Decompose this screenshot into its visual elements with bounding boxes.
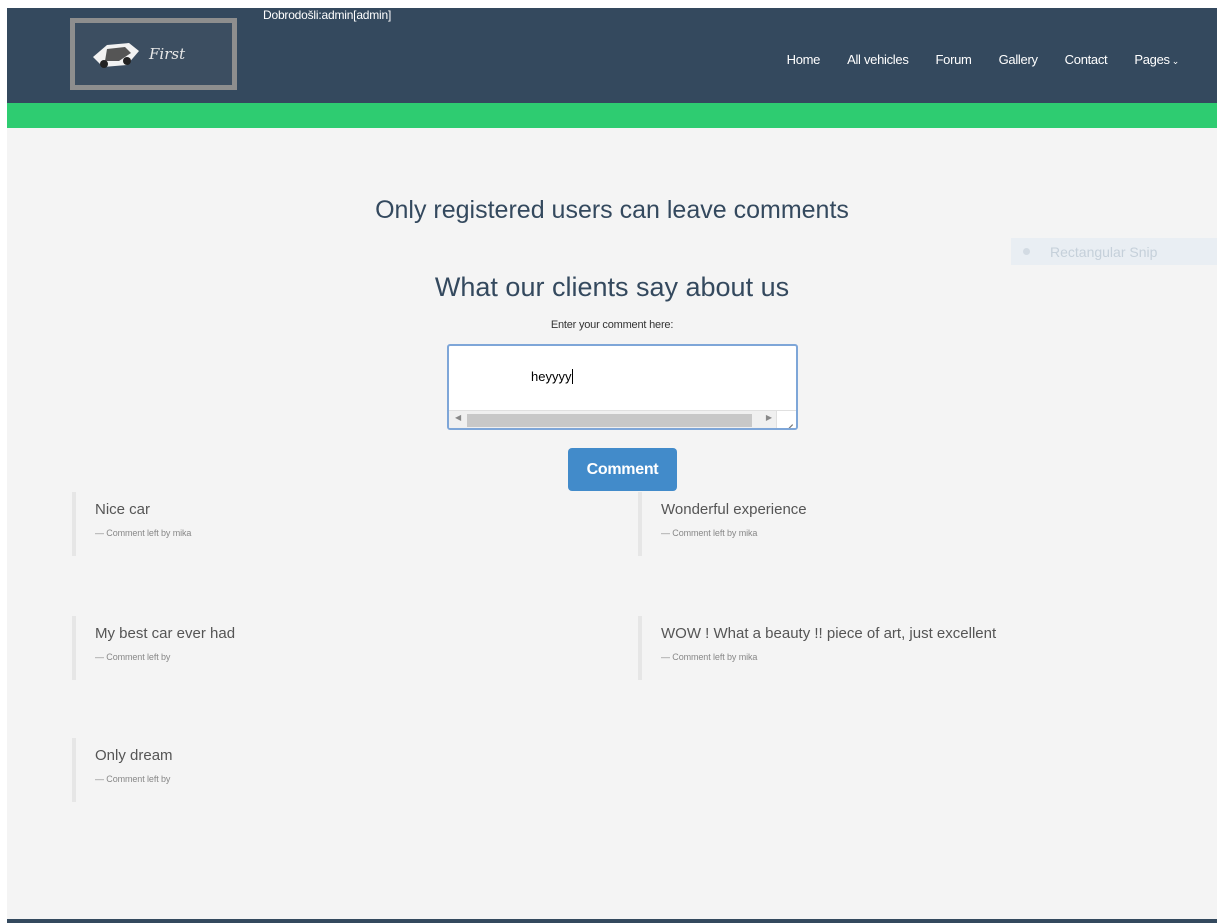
comment-item: Nice car — Comment left by mika (72, 492, 592, 556)
comment-author: — Comment left by mika (661, 652, 758, 662)
comment-item: WOW ! What a beauty !! piece of art, jus… (638, 616, 1158, 680)
comment-author: — Comment left by (95, 774, 171, 784)
horizontal-scrollbar[interactable]: ◀ ▶ (449, 410, 780, 428)
comment-text: My best car ever had (95, 625, 236, 642)
nav-all-vehicles[interactable]: All vehicles (847, 52, 909, 67)
comment-author: — Comment left by (95, 652, 171, 662)
nav-forum[interactable]: Forum (936, 52, 972, 67)
comment-button[interactable]: Comment (568, 448, 677, 491)
registration-notice: Only registered users can leave comments (375, 196, 849, 224)
footer-strip (7, 919, 1217, 923)
main-nav: Home All vehicles Forum Gallery Contact … (760, 52, 1180, 67)
nav-pages-label: Pages (1134, 52, 1170, 67)
comment-item: Wonderful experience — Comment left by m… (638, 492, 1158, 556)
comment-author: — Comment left by mika (661, 528, 758, 538)
comment-textarea[interactable]: heyyyy ◀ ▶ (447, 344, 798, 430)
snip-dot-icon (1023, 248, 1030, 255)
nav-home[interactable]: Home (787, 52, 821, 67)
logo-inner: First (75, 23, 232, 85)
nav-contact[interactable]: Contact (1065, 52, 1108, 67)
car-logo-icon (93, 43, 139, 68)
logo-text: First (149, 45, 186, 63)
comment-textarea-value: heyyyy (531, 369, 574, 384)
comment-item: Only dream — Comment left by (72, 738, 592, 802)
nav-pages[interactable]: Pages ⌄ (1134, 52, 1179, 67)
comment-text: Nice car (95, 501, 151, 518)
nav-gallery[interactable]: Gallery (999, 52, 1038, 67)
comment-text: Wonderful experience (661, 501, 807, 518)
site-logo[interactable]: First (70, 18, 237, 90)
scrollbar-thumb[interactable] (467, 414, 752, 427)
comment-item: My best car ever had — Comment left by (72, 616, 592, 680)
resize-handle-icon[interactable] (776, 410, 796, 428)
comment-text: Only dream (95, 747, 173, 764)
rectangular-snip-overlay[interactable]: Rectangular Snip (1011, 238, 1217, 265)
site-header: Dobrodošli:admin[admin] First Home All v… (7, 8, 1217, 103)
snip-label: Rectangular Snip (1050, 243, 1158, 260)
comment-value-text: heyyyy (531, 369, 572, 384)
testimonials-title: What our clients say about us (434, 272, 790, 302)
chevron-down-icon: ⌄ (1171, 56, 1180, 66)
comment-author: — Comment left by mika (95, 528, 192, 538)
comment-text: WOW ! What a beauty !! piece of art, jus… (661, 625, 997, 642)
scroll-right-arrow-icon[interactable]: ▶ (766, 413, 772, 422)
green-accent-bar (7, 103, 1217, 128)
comment-input-label: Enter your comment here: (550, 319, 674, 331)
scroll-left-arrow-icon[interactable]: ◀ (455, 413, 461, 422)
text-caret (572, 369, 574, 384)
page-frame: Dobrodošli:admin[admin] First Home All v… (7, 8, 1217, 923)
greeting-text: Dobrodošli:admin[admin] (263, 8, 392, 22)
